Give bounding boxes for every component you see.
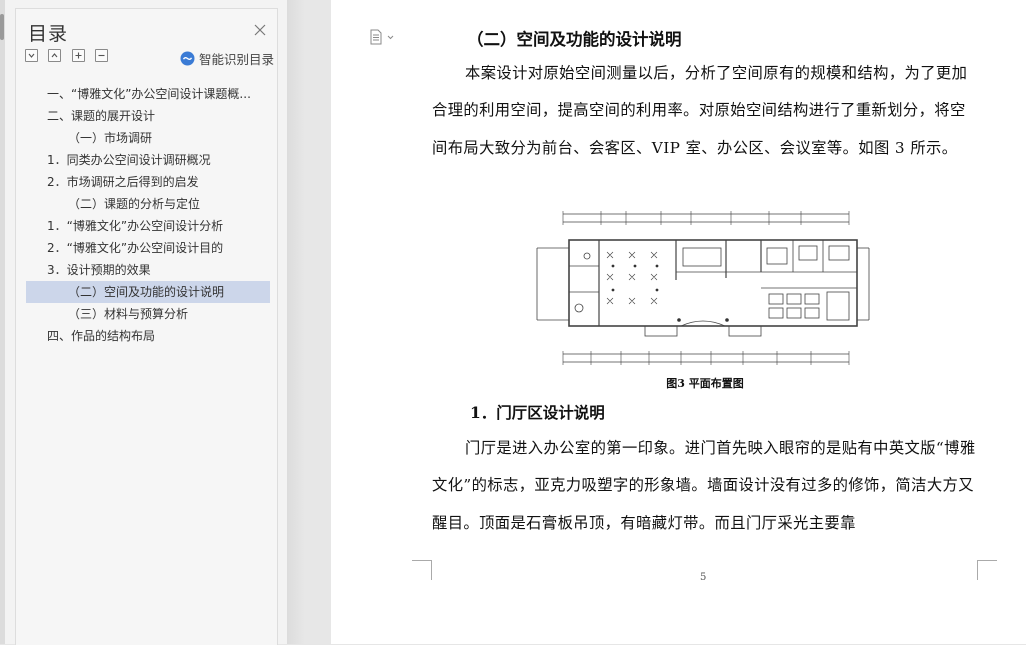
- figure-caption: 图3 平面布置图: [666, 377, 744, 390]
- document-menu-icon[interactable]: [369, 29, 397, 49]
- margin-corner-left: [412, 560, 432, 580]
- toc-item[interactable]: 2．市场调研之后得到的启发: [26, 171, 270, 193]
- toc-sidebar: 目录 智能识别目录 一、“博雅文化”办公空间设计课题概... 二、课题的展开设计（…: [0, 0, 287, 645]
- sidebar-resize-handle[interactable]: [0, 14, 4, 40]
- subsection-heading: 1．门厅区设计说明: [470, 403, 605, 422]
- remove-heading-icon[interactable]: [95, 49, 108, 62]
- sidebar-edge: [0, 0, 5, 644]
- toc-item[interactable]: （一）市场调研: [26, 127, 270, 149]
- toc-item[interactable]: 一、“博雅文化”办公空间设计课题概...: [26, 83, 270, 105]
- figure-caption-wrap: 图3 平面布置图: [562, 0, 848, 644]
- body-paragraph: 门厅是进入办公室的第一印象。进门首先映入眼帘的是贴有中英文版“博雅文化”的标志，…: [432, 439, 976, 532]
- toc-item[interactable]: （二）空间及功能的设计说明: [26, 281, 270, 303]
- toc-item[interactable]: 1．同类办公空间设计调研概况: [26, 149, 270, 171]
- margin-corner-right: [977, 560, 997, 580]
- collapse-all-icon[interactable]: [25, 49, 38, 62]
- smart-toc-label: 智能识别目录: [198, 52, 274, 67]
- toc-item[interactable]: （二）课题的分析与定位: [26, 193, 270, 215]
- smart-toc-button[interactable]: 智能识别目录: [180, 49, 274, 68]
- toc-item[interactable]: 2．“博雅文化”办公空间设计目的: [26, 237, 270, 259]
- toc-list: 一、“博雅文化”办公空间设计课题概... 二、课题的展开设计 （一）市场调研 1．同类…: [26, 83, 270, 347]
- toc-title: 目录: [28, 23, 69, 45]
- close-icon[interactable]: [251, 21, 269, 39]
- toc-item[interactable]: 1．“博雅文化”办公空间设计分析: [26, 215, 270, 237]
- smart-toc-icon: [180, 51, 195, 66]
- add-heading-icon[interactable]: [72, 49, 85, 62]
- toc-item[interactable]: 二、课题的展开设计: [26, 105, 270, 127]
- page-number: 5: [700, 572, 707, 583]
- toc-panel: 目录 智能识别目录 一、“博雅文化”办公空间设计课题概... 二、课题的展开设计（…: [15, 8, 278, 645]
- toc-item[interactable]: （三）材料与预算分析: [26, 303, 270, 325]
- expand-all-icon[interactable]: [48, 49, 61, 62]
- toc-item[interactable]: 3．设计预期的效果: [26, 259, 270, 281]
- toc-item[interactable]: 四、作品的结构布局: [26, 325, 270, 347]
